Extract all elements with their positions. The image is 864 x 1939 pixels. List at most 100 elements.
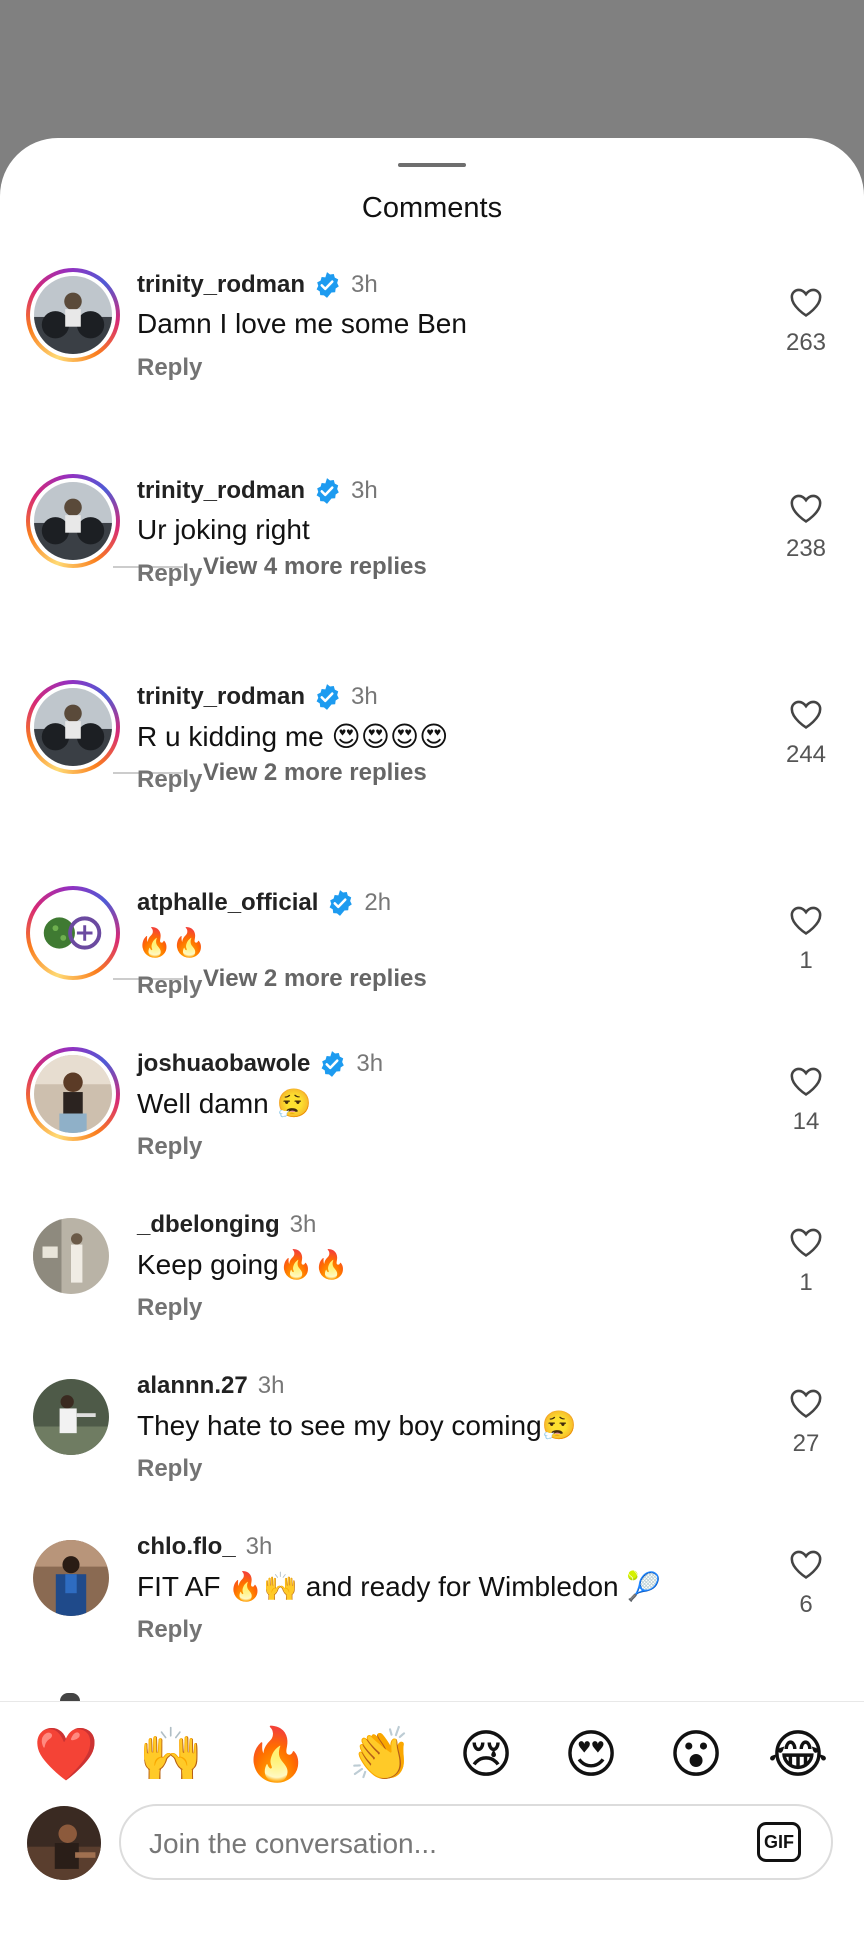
comment-time: 3h <box>351 477 378 504</box>
comment-text: 🔥🔥 <box>137 927 207 958</box>
comment-time: 3h <box>351 683 378 710</box>
comment-text: They hate to see my boy coming😮‍💨 <box>137 1410 577 1441</box>
like-count: 244 <box>785 741 827 768</box>
comment-time: 3h <box>289 1211 317 1238</box>
avatar[interactable] <box>33 1540 109 1616</box>
comment-text: Well damn 😮‍💨 <box>137 1088 312 1119</box>
reaction-heart[interactable]: ❤️ <box>31 1720 101 1790</box>
comment-text: FIT AF 🔥🙌 and ready for Wimbledon 🎾 <box>137 1571 662 1602</box>
comment-meta: trinity_rodman 3h <box>137 474 378 508</box>
current-user-avatar <box>27 1806 101 1880</box>
comments-sheet: Comments trinity_rodman 3h Damn I love m… <box>0 138 864 1939</box>
comment-item: joshuaobawole 3h Well damn 😮‍💨 Reply 14 <box>0 1047 864 1187</box>
avatar[interactable] <box>33 1218 109 1294</box>
heart-icon <box>790 1389 822 1418</box>
reply-button[interactable]: Reply <box>137 1616 202 1644</box>
like-button[interactable]: 1 <box>776 1226 836 1297</box>
avatar[interactable] <box>26 1047 120 1141</box>
comment-meta: _dbelonging 3h <box>137 1208 316 1242</box>
username[interactable]: atphalle_official <box>137 889 318 917</box>
comment-time: 3h <box>245 1533 273 1560</box>
verified-badge-icon <box>321 1051 345 1077</box>
like-button[interactable]: 27 <box>776 1387 836 1458</box>
avatar[interactable] <box>33 1379 109 1455</box>
avatar[interactable] <box>26 474 120 568</box>
reaction-heart-eyes[interactable]: 😍 <box>556 1720 626 1790</box>
like-button[interactable]: 1 <box>776 904 836 975</box>
comment-item: trinity_rodman 3h Damn I love me some Be… <box>0 268 864 408</box>
comment-meta: trinity_rodman 3h <box>137 268 378 302</box>
like-count: 1 <box>799 947 813 974</box>
comment-item: trinity_rodman 3h R u kidding me 😍😍😍😍 Re… <box>0 680 864 820</box>
composer-bar: ❤️ 🙌 🔥 👏 😢 😍 😮 😂 Join the conversation..… <box>0 1701 864 1939</box>
like-button[interactable]: 238 <box>776 492 836 563</box>
reply-button[interactable]: Reply <box>137 766 202 794</box>
like-count: 263 <box>785 329 827 356</box>
comment-item: chlo.flo_ 3h FIT AF 🔥🙌 and ready for Wim… <box>0 1530 864 1670</box>
username[interactable]: joshuaobawole <box>137 1050 310 1078</box>
comment-item: alannn.27 3h They hate to see my boy com… <box>0 1369 864 1509</box>
reaction-fire[interactable]: 🔥 <box>241 1720 311 1790</box>
comment-meta: chlo.flo_ 3h <box>137 1530 272 1564</box>
like-button[interactable]: 263 <box>776 286 836 357</box>
heart-icon <box>790 494 822 523</box>
verified-badge-icon <box>330 890 353 916</box>
reaction-raised-hands[interactable]: 🙌 <box>136 1720 206 1790</box>
like-count: 238 <box>785 535 827 562</box>
comment-text: Keep going🔥🔥 <box>137 1249 349 1280</box>
like-count: 27 <box>792 1430 820 1457</box>
verified-badge-icon <box>316 272 339 298</box>
heart-icon <box>790 1228 822 1257</box>
username[interactable]: trinity_rodman <box>137 271 305 299</box>
comment-item: _dbelonging 3h Keep going🔥🔥 Reply 1 <box>0 1208 864 1348</box>
reaction-crying[interactable]: 😢 <box>451 1720 521 1790</box>
sheet-drag-handle[interactable] <box>398 163 466 167</box>
comment-time: 3h <box>351 271 378 298</box>
sheet-title: Comments <box>361 192 503 224</box>
avatar[interactable] <box>26 268 120 362</box>
like-button[interactable]: 14 <box>776 1065 836 1136</box>
heart-icon <box>790 288 822 317</box>
like-count: 6 <box>799 1591 813 1618</box>
heart-icon <box>790 700 822 729</box>
username[interactable]: trinity_rodman <box>137 477 305 505</box>
heart-icon <box>790 1550 822 1579</box>
reaction-laughing[interactable]: 😂 <box>763 1720 833 1790</box>
verified-badge-icon <box>316 684 339 710</box>
comment-time: 3h <box>257 1372 285 1399</box>
comment-text: Ur joking right <box>137 514 310 545</box>
username[interactable]: _dbelonging <box>137 1211 280 1239</box>
like-count: 14 <box>792 1108 820 1135</box>
comment-item: trinity_rodman 3h Ur joking right Reply … <box>0 474 864 614</box>
reply-button[interactable]: Reply <box>137 1294 202 1322</box>
comment-input[interactable]: Join the conversation... GIF <box>119 1804 833 1880</box>
heart-icon <box>790 906 822 935</box>
reply-button[interactable]: Reply <box>137 1455 202 1483</box>
like-count: 1 <box>799 1269 813 1296</box>
reply-button[interactable]: Reply <box>137 972 202 1000</box>
like-button[interactable]: 244 <box>776 698 836 769</box>
quick-reactions: ❤️ 🙌 🔥 👏 😢 😍 😮 😂 <box>0 1720 864 1790</box>
avatar[interactable] <box>26 886 120 980</box>
comment-meta: atphalle_official 2h <box>137 886 391 920</box>
reply-button[interactable]: Reply <box>137 1133 202 1161</box>
username[interactable]: alannn.27 <box>137 1372 248 1400</box>
gif-button[interactable]: GIF <box>757 1822 801 1862</box>
comment-meta: alannn.27 3h <box>137 1369 284 1403</box>
avatar[interactable] <box>26 680 120 774</box>
comment-text: Damn I love me some Ben <box>137 308 467 339</box>
comment-item: atphalle_official 2h 🔥🔥 Reply 1 <box>0 886 864 1026</box>
comment-meta: joshuaobawole 3h <box>137 1047 383 1081</box>
reply-button[interactable]: Reply <box>137 560 202 588</box>
username[interactable]: trinity_rodman <box>137 683 305 711</box>
reply-button[interactable]: Reply <box>137 354 202 382</box>
cut-off-avatar <box>60 1693 80 1701</box>
comment-meta: trinity_rodman 3h <box>137 680 378 714</box>
heart-icon <box>790 1067 822 1096</box>
reaction-surprised[interactable]: 😮 <box>661 1720 731 1790</box>
reaction-clap[interactable]: 👏 <box>346 1720 416 1790</box>
like-button[interactable]: 6 <box>776 1548 836 1619</box>
comment-input-placeholder: Join the conversation... <box>149 1828 437 1859</box>
username[interactable]: chlo.flo_ <box>137 1533 236 1561</box>
comment-text: R u kidding me 😍😍😍😍 <box>137 721 449 752</box>
